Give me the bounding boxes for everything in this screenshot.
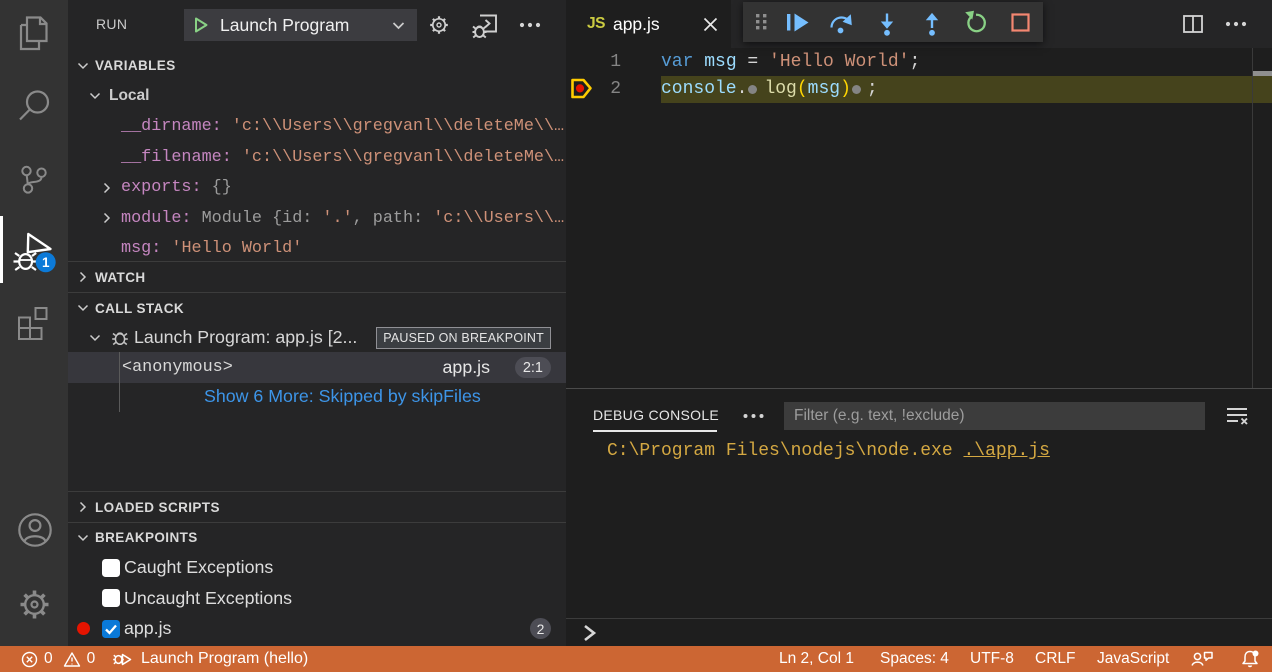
svg-text:1: 1	[42, 255, 50, 270]
